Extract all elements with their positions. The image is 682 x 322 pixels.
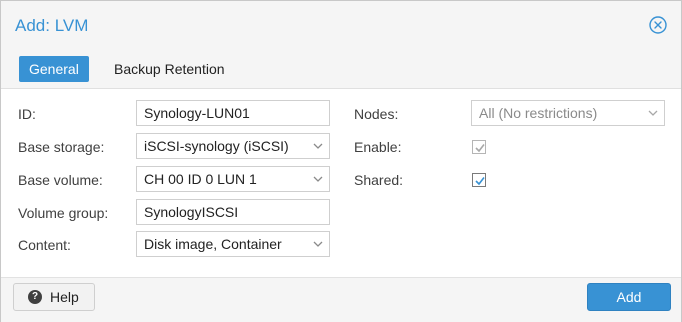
- dialog-titlebar: Add: LVM: [1, 1, 681, 51]
- add-lvm-dialog: Add: LVM General Backup Retention ID: Sy…: [0, 0, 682, 322]
- help-button[interactable]: ? Help: [13, 283, 95, 311]
- tab-backup-retention[interactable]: Backup Retention: [104, 56, 235, 82]
- base-storage-value: iSCSI-synology (iSCSI): [144, 138, 289, 154]
- chevron-down-icon: [648, 110, 658, 116]
- enable-label: Enable:: [354, 139, 402, 155]
- tab-general[interactable]: General: [19, 56, 89, 82]
- help-button-label: Help: [50, 289, 79, 305]
- tab-bar: General Backup Retention: [1, 51, 681, 89]
- base-volume-value: CH 00 ID 0 LUN 1: [144, 171, 257, 187]
- add-button[interactable]: Add: [587, 283, 671, 311]
- content-label: Content:: [18, 237, 71, 253]
- checkmark-icon: [475, 144, 485, 153]
- content-select[interactable]: Disk image, Container: [136, 231, 330, 257]
- checkmark-icon: [475, 177, 485, 186]
- nodes-value: All (No restrictions): [479, 105, 598, 121]
- volume-group-input[interactable]: SynologyISCSI: [136, 199, 330, 225]
- content-value: Disk image, Container: [144, 236, 282, 252]
- dialog-title: Add: LVM: [15, 16, 89, 35]
- nodes-label: Nodes:: [354, 106, 399, 122]
- chevron-down-icon: [313, 176, 323, 182]
- id-input[interactable]: Synology-LUN01: [136, 100, 330, 126]
- close-icon[interactable]: [649, 16, 667, 34]
- question-circle-icon: ?: [28, 290, 42, 304]
- base-volume-label: Base volume:: [18, 172, 103, 188]
- dialog-footer: ? Help Add: [1, 277, 681, 322]
- chevron-down-icon: [313, 241, 323, 247]
- volume-group-label: Volume group:: [18, 205, 109, 221]
- base-volume-select[interactable]: CH 00 ID 0 LUN 1: [136, 166, 330, 192]
- form-body: ID: Synology-LUN01 Base storage: iSCSI-s…: [1, 89, 681, 277]
- chevron-down-icon: [313, 143, 323, 149]
- id-label: ID:: [18, 106, 36, 122]
- shared-label: Shared:: [354, 172, 404, 188]
- nodes-select[interactable]: All (No restrictions): [471, 100, 665, 126]
- shared-checkbox[interactable]: [472, 173, 486, 187]
- base-storage-label: Base storage:: [18, 139, 105, 155]
- enable-checkbox[interactable]: [472, 140, 486, 154]
- base-storage-select[interactable]: iSCSI-synology (iSCSI): [136, 133, 330, 159]
